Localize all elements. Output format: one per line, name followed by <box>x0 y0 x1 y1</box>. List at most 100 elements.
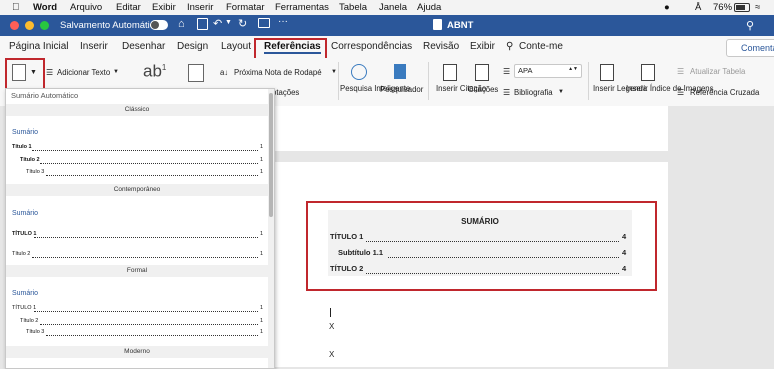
home-icon[interactable]: ⌂ <box>178 18 185 30</box>
tell-me-field[interactable]: Conte-me <box>519 41 563 52</box>
menu-tabela[interactable]: Tabela <box>339 2 367 13</box>
gallery-scrollbar-thumb[interactable] <box>269 93 273 217</box>
toc-preview-title: Sumário <box>12 129 39 136</box>
toc-leader-dots <box>32 257 258 258</box>
update-table-icon: ☰ <box>677 67 684 76</box>
battery-icon[interactable] <box>734 3 750 12</box>
menu-exibir[interactable]: Exibir <box>152 2 176 13</box>
tab-design[interactable]: Design <box>177 41 208 52</box>
document-title: ABNT <box>447 20 474 31</box>
document-icon <box>433 19 442 30</box>
citation-style-value: APA <box>518 66 533 75</box>
redo-icon[interactable]: ↻ <box>238 17 247 30</box>
search-icon[interactable]: ⚲ <box>746 19 754 32</box>
toc-preview-page: 1 <box>260 144 264 150</box>
menu-ajuda[interactable]: Ajuda <box>417 2 441 13</box>
gallery-scrollbar-track[interactable] <box>268 89 274 368</box>
toc-leader-dots <box>34 311 258 312</box>
toc-preview-page: 1 <box>260 329 264 335</box>
style-stepper-icon: ▲▼ <box>568 66 578 72</box>
toc-preview-page: 1 <box>260 251 264 257</box>
toc-preview-page: 1 <box>260 318 264 324</box>
toc-leader-dots <box>40 163 258 164</box>
autosave-toggle[interactable] <box>150 20 168 30</box>
toc-gallery-dropdown[interactable]: Sumário Automático Clássico Sumário Títu… <box>5 88 275 369</box>
bibliography-button[interactable]: Bibliografia <box>514 88 553 97</box>
menu-app-name[interactable]: Word <box>33 2 57 13</box>
insert-citation-icon[interactable] <box>443 64 457 81</box>
insert-footnote-icon[interactable]: ab1 <box>143 63 166 80</box>
researcher-button[interactable]: Pesquisador <box>380 85 423 94</box>
next-footnote-button[interactable]: Próxima Nota de Rodapé <box>234 68 322 77</box>
researcher-icon[interactable] <box>394 64 406 79</box>
show-notes-button[interactable]: otações <box>272 88 299 97</box>
update-table-button[interactable]: Atualizar Tabela <box>690 67 745 76</box>
wifi-icon[interactable]: ≈ <box>755 2 760 13</box>
tab-pagina-inicial[interactable]: Página Inicial <box>9 41 68 52</box>
menu-arquivo[interactable]: Arquivo <box>70 2 102 13</box>
highlight-referencias-tab <box>254 38 327 60</box>
smart-search-button[interactable]: Pesquisa Inteligente <box>340 84 410 93</box>
style-icon: ☰ <box>503 67 510 76</box>
toc-leader-dots <box>32 150 258 151</box>
autosave-label: Salvamento Automático <box>60 20 160 31</box>
ribbon-divider <box>428 62 429 100</box>
menu-formatar[interactable]: Formatar <box>226 2 265 13</box>
insert-endnote-icon[interactable] <box>188 64 204 82</box>
insert-figures-index-icon[interactable] <box>641 64 655 81</box>
more-options-icon[interactable]: ··· <box>278 16 288 27</box>
toc-style-option-contemporaneo[interactable]: Sumário TÍTULO 1 1 Título 2 1 <box>8 197 266 262</box>
tab-inserir[interactable]: Inserir <box>80 41 108 52</box>
apple-icon[interactable]:  <box>12 2 20 13</box>
minimize-window-button[interactable] <box>25 21 34 30</box>
citations-button[interactable]: Citações <box>468 85 498 94</box>
document-page-previous <box>272 106 668 151</box>
save-icon[interactable] <box>197 18 208 30</box>
highlight-toc-button <box>5 58 45 91</box>
toc-style-option-classico[interactable]: Sumário Título 1 1 Título 2 1 Título 3 1 <box>8 117 266 179</box>
toc-preview-page: 1 <box>260 169 264 175</box>
highlight-toc <box>306 201 657 291</box>
comments-label: Comentá <box>741 43 774 53</box>
bluetooth-icon[interactable]: Å <box>695 2 701 13</box>
smart-search-icon[interactable] <box>351 64 367 80</box>
toc-preview-line: Título 2 <box>12 251 31 257</box>
mic-icon[interactable]: ● <box>664 2 670 13</box>
toc-style-section-title: Clássico <box>6 104 268 116</box>
print-icon[interactable] <box>258 18 270 28</box>
citation-style-select[interactable]: APA ▲▼ <box>514 64 582 78</box>
cross-reference-icon: ☰ <box>677 88 684 97</box>
undo-dropdown-icon[interactable]: ▼ <box>225 19 232 26</box>
zoom-window-button[interactable] <box>40 21 49 30</box>
undo-icon[interactable]: ↶ <box>213 17 222 30</box>
menu-editar[interactable]: Editar <box>116 2 141 13</box>
toc-style-option-formal[interactable]: Sumário TÍTULO 1 1 Título 2 1 Título 3 1 <box>8 278 266 342</box>
toc-preview-title: Sumário <box>12 290 39 297</box>
toc-preview-line: Título 2 <box>20 157 40 163</box>
cross-reference-button[interactable]: Referência Cruzada <box>690 88 759 97</box>
menu-inserir[interactable]: Inserir <box>187 2 213 13</box>
menu-ferramentas[interactable]: Ferramentas <box>275 2 329 13</box>
bibliography-icon: ☰ <box>503 88 510 97</box>
insert-figures-index-button[interactable]: Inserir Índice de Imagens <box>626 84 714 93</box>
insert-caption-icon[interactable] <box>600 64 614 81</box>
menu-janela[interactable]: Janela <box>379 2 407 13</box>
toc-preview-line: Título 1 <box>12 144 32 150</box>
insert-citation-button[interactable]: Inserir Citação <box>436 84 486 93</box>
add-text-button[interactable]: Adicionar Texto <box>57 68 110 77</box>
tab-revisao[interactable]: Revisão <box>423 41 459 52</box>
close-window-button[interactable] <box>10 21 19 30</box>
toc-leader-dots <box>46 175 258 176</box>
toc-preview-line: Título 2 <box>20 318 39 324</box>
next-footnote-dropdown-icon[interactable]: ▼ <box>331 68 337 77</box>
tab-desenhar[interactable]: Desenhar <box>122 41 165 52</box>
tab-correspondencias[interactable]: Correspondências <box>331 41 412 52</box>
toc-preview-page: 1 <box>260 231 264 237</box>
comments-button[interactable]: Comentá <box>726 39 774 57</box>
tab-layout[interactable]: Layout <box>221 41 251 52</box>
tab-exibir[interactable]: Exibir <box>470 41 495 52</box>
insert-caption-button[interactable]: Inserir Legenda <box>593 84 647 93</box>
add-text-dropdown-icon[interactable]: ▼ <box>113 68 119 77</box>
citations-icon[interactable] <box>475 64 489 81</box>
bibliography-dropdown-icon[interactable]: ▼ <box>558 88 564 97</box>
